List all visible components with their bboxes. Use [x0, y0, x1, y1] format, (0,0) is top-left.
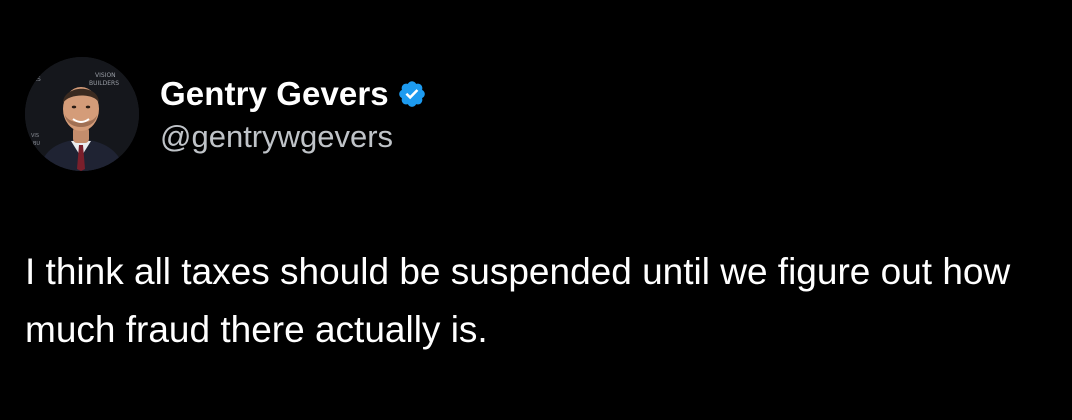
svg-text:VIS: VIS — [31, 133, 39, 139]
svg-text:BUILDERS: BUILDERS — [89, 80, 119, 87]
svg-text:VISION: VISION — [95, 72, 116, 79]
svg-text:BU: BU — [33, 141, 40, 147]
tweet-body-text: I think all taxes should be suspended un… — [25, 251, 1011, 350]
avatar[interactable]: VISION BUILDERS ERS VIS BU — [25, 57, 139, 171]
author-handle[interactable]: @gentrywgevers — [160, 119, 393, 155]
author-display-name[interactable]: Gentry Gevers — [160, 75, 389, 113]
author-name-row: Gentry Gevers — [160, 72, 427, 116]
verified-badge-icon — [397, 79, 427, 109]
tweet-card: VISION BUILDERS ERS VIS BU Gentry Gevers… — [0, 0, 1072, 420]
svg-text:ERS: ERS — [29, 76, 41, 83]
avatar-photo: VISION BUILDERS ERS VIS BU — [25, 57, 139, 171]
